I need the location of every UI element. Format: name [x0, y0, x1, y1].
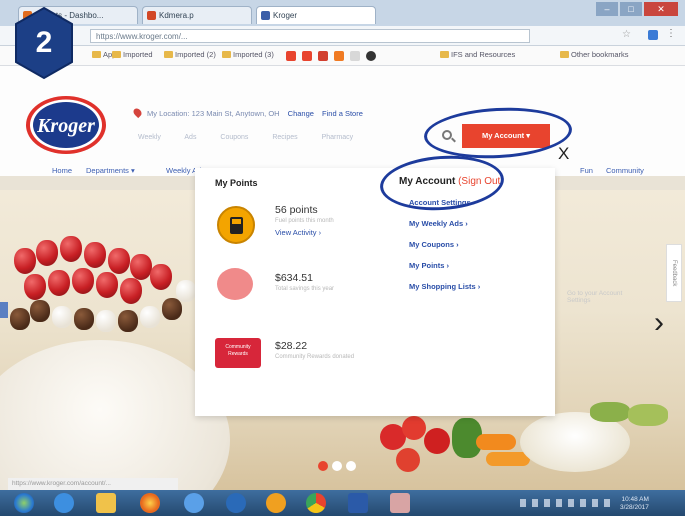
carousel-dot[interactable] — [318, 461, 328, 471]
bookmark-folder[interactable]: Imported (3) — [222, 50, 274, 59]
browser-tab-active[interactable]: Kroger — [256, 6, 376, 24]
nav-fun[interactable]: Fun — [580, 166, 593, 175]
close-window-button[interactable]: ✕ — [644, 2, 678, 16]
browser-tab[interactable]: Kdmera.p — [142, 6, 252, 24]
chrome-icon[interactable] — [306, 493, 326, 513]
app-icon[interactable] — [390, 493, 410, 513]
nav-departments[interactable]: Departments ▾ — [86, 166, 135, 175]
logo-text: Kroger — [36, 115, 95, 137]
side-tab-handle[interactable] — [0, 302, 8, 318]
sub-navigation[interactable]: Weekly Ads Coupons Recipes Pharmacy — [138, 134, 353, 141]
windows-taskbar — [0, 490, 685, 516]
points-caption: Fuel points this month — [275, 218, 334, 224]
carousel-next-arrow[interactable]: › — [654, 308, 664, 338]
address-bar-row: ‹ https://www.kroger.com/... ☆ ⋮ — [0, 26, 685, 46]
community-rewards-icon: Community Rewards — [215, 338, 261, 368]
carousel-dot[interactable] — [346, 461, 356, 471]
word-icon[interactable] — [348, 493, 368, 513]
community-badge-text: Community Rewards — [225, 344, 251, 357]
status-url: https://www.kroger.com/account/... — [8, 478, 178, 490]
community-value: $28.22 — [275, 340, 308, 352]
account-dropdown-panel: My Points 56 points Fuel points this mon… — [195, 168, 622, 416]
my-shopping-lists-link[interactable]: My Shopping Lists › — [409, 282, 480, 291]
tray-time: 10:48 AM — [621, 496, 649, 503]
find-store-link[interactable]: Find a Store — [322, 109, 363, 118]
account-promo-text: Go to your Account Settings — [567, 290, 623, 304]
bookmark-folder[interactable]: Imported — [112, 50, 153, 59]
savings-caption: Total savings this year — [275, 286, 335, 292]
change-store-link[interactable]: Change — [288, 109, 314, 118]
tab-favicon-icon — [147, 11, 156, 20]
carousel-dot[interactable] — [332, 461, 342, 471]
star-icon[interactable]: ☆ — [622, 29, 631, 40]
my-weekly-ads-link[interactable]: My Weekly Ads › — [409, 219, 480, 228]
browser-tab-bar: MyLists - Dashbo... Kdmera.p Kroger – □ … — [0, 0, 685, 26]
fuel-points-icon — [217, 206, 255, 244]
minimize-button[interactable]: – — [596, 2, 618, 16]
ie-alt-icon[interactable] — [184, 493, 204, 513]
store-location[interactable]: My Location: 123 Main St, Anytown, OH Ch… — [131, 106, 363, 119]
nav-home[interactable]: Home — [52, 166, 72, 175]
nav-community[interactable]: Community — [606, 166, 644, 175]
feedback-tab[interactable]: Feedback — [666, 244, 682, 302]
my-points-title: My Points — [215, 178, 258, 188]
store-label: My Location: 123 Main St, Anytown, OH — [147, 109, 280, 118]
bookmark-folder[interactable]: Imported (2) — [164, 50, 216, 59]
bookmark-favicon-icon[interactable] — [334, 51, 344, 61]
location-pin-icon — [131, 106, 144, 119]
firefox-icon[interactable] — [140, 493, 160, 513]
savings-value: $634.51 — [275, 272, 313, 284]
bookmarks-bar: Apps Imported Imported (2) Imported (3) … — [0, 46, 685, 66]
my-coupons-link[interactable]: My Coupons › — [409, 240, 480, 249]
bookmark-favicon-icon[interactable] — [366, 51, 376, 61]
my-points-link[interactable]: My Points › — [409, 261, 480, 270]
app-icon[interactable] — [226, 493, 246, 513]
kroger-logo[interactable]: Kroger — [24, 94, 108, 156]
bookmark-favicon-icon[interactable] — [350, 51, 360, 61]
step-number: 2 — [35, 26, 53, 59]
community-caption: Community Rewards donated — [275, 354, 355, 360]
system-tray-icons — [520, 499, 610, 507]
points-value: 56 points — [275, 204, 318, 216]
tray-clock[interactable]: 10:48 AM 3/28/2017 — [620, 496, 649, 512]
ie-icon[interactable] — [54, 493, 74, 513]
tab-favicon-icon — [261, 11, 270, 20]
bookmark-other[interactable]: Other bookmarks — [560, 50, 629, 59]
savings-piggy-icon — [217, 268, 253, 300]
account-links: Account Settings › My Weekly Ads › My Co… — [409, 198, 480, 303]
menu-icon[interactable]: ⋮ — [666, 28, 676, 39]
bookmark-folder[interactable]: IFS and Resources — [440, 50, 515, 59]
tab-label: Kroger — [273, 11, 298, 20]
step-badge: 2 — [14, 6, 74, 80]
bookmark-favicon-icon[interactable] — [286, 51, 296, 61]
bookmark-favicon-icon[interactable] — [318, 51, 328, 61]
extension-icon[interactable] — [648, 30, 658, 40]
start-button-icon[interactable] — [14, 493, 34, 513]
address-input[interactable]: https://www.kroger.com/... — [90, 29, 530, 43]
view-activity-link[interactable]: View Activity › — [275, 228, 321, 237]
explorer-folder-icon[interactable] — [96, 493, 116, 513]
tab-label: Kdmera.p — [159, 11, 194, 20]
carousel-dots — [318, 458, 360, 476]
tray-date: 3/28/2017 — [620, 504, 649, 511]
app-icon[interactable] — [266, 493, 286, 513]
bookmark-favicon-icon[interactable] — [302, 51, 312, 61]
maximize-button[interactable]: □ — [620, 2, 642, 16]
kroger-logo-icon: Kroger — [26, 96, 106, 154]
